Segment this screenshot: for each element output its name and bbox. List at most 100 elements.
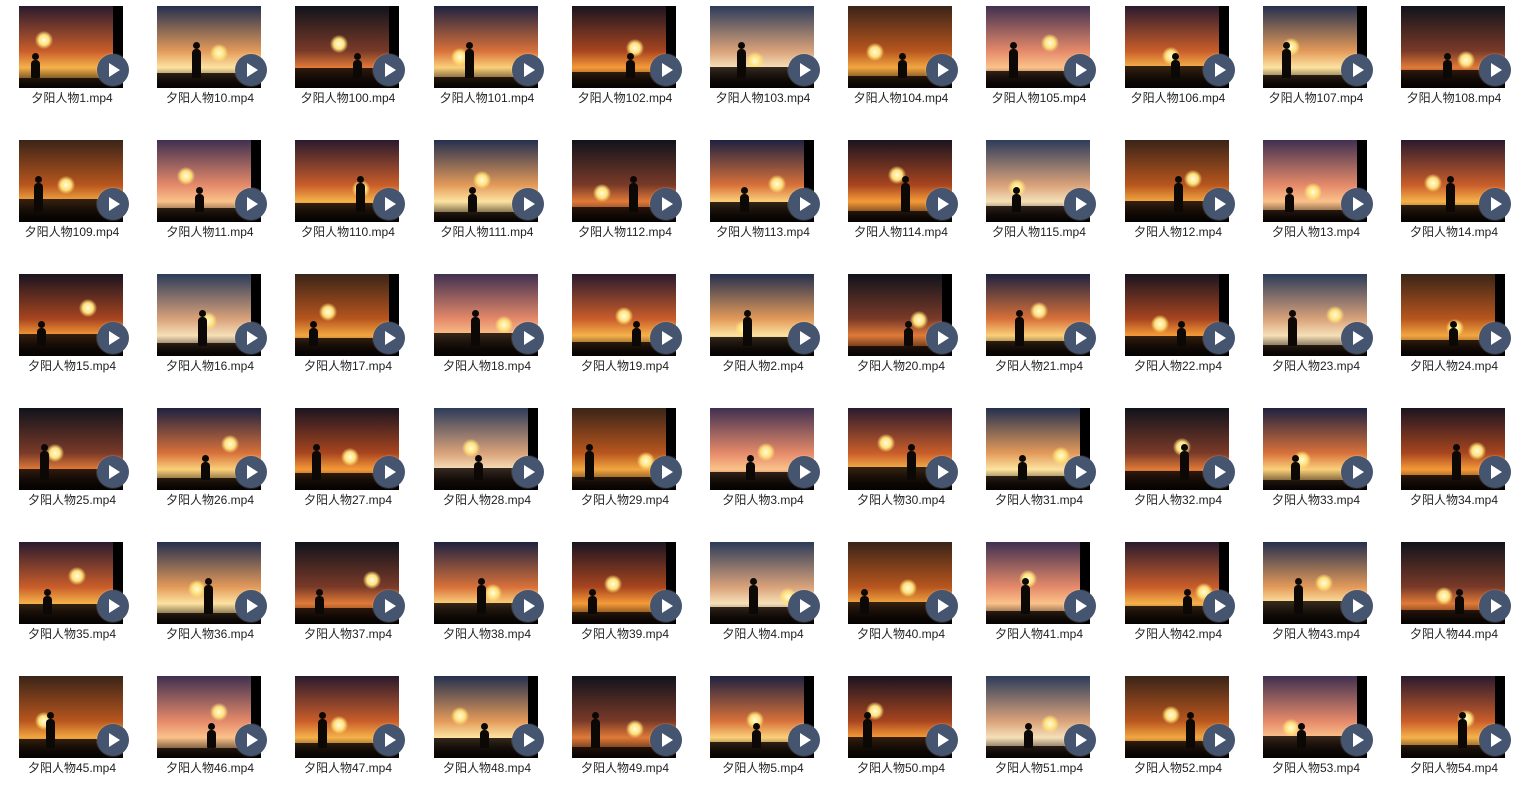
play-icon[interactable] — [1341, 54, 1373, 86]
play-icon[interactable] — [1341, 590, 1373, 622]
play-icon[interactable] — [373, 54, 405, 86]
play-icon[interactable] — [235, 322, 267, 354]
video-file-item[interactable]: 夕阳人物19.mp4 — [561, 268, 689, 396]
video-file-item[interactable]: 夕阳人物2.mp4 — [699, 268, 827, 396]
play-icon[interactable] — [788, 590, 820, 622]
video-file-item[interactable]: 夕阳人物1.mp4 — [8, 0, 136, 128]
play-icon[interactable] — [650, 322, 682, 354]
play-icon[interactable] — [1479, 590, 1511, 622]
play-icon[interactable] — [373, 322, 405, 354]
play-icon[interactable] — [1479, 456, 1511, 488]
video-file-item[interactable]: 夕阳人物30.mp4 — [837, 402, 965, 530]
play-icon[interactable] — [97, 188, 129, 220]
video-file-item[interactable]: 夕阳人物41.mp4 — [975, 536, 1103, 664]
video-file-item[interactable]: 夕阳人物112.mp4 — [561, 134, 689, 262]
video-file-item[interactable]: 夕阳人物39.mp4 — [561, 536, 689, 664]
video-file-item[interactable]: 夕阳人物32.mp4 — [1114, 402, 1242, 530]
video-file-item[interactable]: 夕阳人物102.mp4 — [561, 0, 689, 128]
play-icon[interactable] — [788, 724, 820, 756]
video-file-item[interactable]: 夕阳人物22.mp4 — [1114, 268, 1242, 396]
play-icon[interactable] — [1203, 590, 1235, 622]
play-icon[interactable] — [512, 188, 544, 220]
video-file-item[interactable]: 夕阳人物101.mp4 — [423, 0, 551, 128]
video-file-item[interactable]: 夕阳人物100.mp4 — [284, 0, 412, 128]
play-icon[interactable] — [235, 590, 267, 622]
video-file-item[interactable]: 夕阳人物38.mp4 — [423, 536, 551, 664]
video-file-item[interactable]: 夕阳人物110.mp4 — [284, 134, 412, 262]
video-file-item[interactable]: 夕阳人物104.mp4 — [837, 0, 965, 128]
play-icon[interactable] — [1064, 590, 1096, 622]
play-icon[interactable] — [1341, 322, 1373, 354]
play-icon[interactable] — [97, 54, 129, 86]
video-file-item[interactable]: 夕阳人物27.mp4 — [284, 402, 412, 530]
video-file-item[interactable]: 夕阳人物53.mp4 — [1252, 670, 1380, 798]
video-file-item[interactable]: 夕阳人物12.mp4 — [1114, 134, 1242, 262]
play-icon[interactable] — [1341, 188, 1373, 220]
video-file-item[interactable]: 夕阳人物28.mp4 — [423, 402, 551, 530]
video-file-item[interactable]: 夕阳人物114.mp4 — [837, 134, 965, 262]
video-file-item[interactable]: 夕阳人物18.mp4 — [423, 268, 551, 396]
play-icon[interactable] — [235, 54, 267, 86]
play-icon[interactable] — [788, 456, 820, 488]
video-file-item[interactable]: 夕阳人物14.mp4 — [1390, 134, 1518, 262]
video-file-item[interactable]: 夕阳人物25.mp4 — [8, 402, 136, 530]
video-file-item[interactable]: 夕阳人物44.mp4 — [1390, 536, 1518, 664]
video-file-item[interactable]: 夕阳人物15.mp4 — [8, 268, 136, 396]
video-file-item[interactable]: 夕阳人物46.mp4 — [146, 670, 274, 798]
play-icon[interactable] — [788, 322, 820, 354]
video-file-item[interactable]: 夕阳人物42.mp4 — [1114, 536, 1242, 664]
video-file-item[interactable]: 夕阳人物51.mp4 — [975, 670, 1103, 798]
video-file-item[interactable]: 夕阳人物107.mp4 — [1252, 0, 1380, 128]
video-file-item[interactable]: 夕阳人物11.mp4 — [146, 134, 274, 262]
video-file-item[interactable]: 夕阳人物24.mp4 — [1390, 268, 1518, 396]
video-file-item[interactable]: 夕阳人物103.mp4 — [699, 0, 827, 128]
play-icon[interactable] — [926, 188, 958, 220]
play-icon[interactable] — [97, 322, 129, 354]
play-icon[interactable] — [512, 590, 544, 622]
play-icon[interactable] — [926, 54, 958, 86]
play-icon[interactable] — [373, 188, 405, 220]
video-file-item[interactable]: 夕阳人物4.mp4 — [699, 536, 827, 664]
video-file-item[interactable]: 夕阳人物33.mp4 — [1252, 402, 1380, 530]
play-icon[interactable] — [373, 724, 405, 756]
play-icon[interactable] — [512, 724, 544, 756]
video-file-item[interactable]: 夕阳人物43.mp4 — [1252, 536, 1380, 664]
play-icon[interactable] — [788, 188, 820, 220]
play-icon[interactable] — [650, 456, 682, 488]
play-icon[interactable] — [97, 456, 129, 488]
video-file-item[interactable]: 夕阳人物49.mp4 — [561, 670, 689, 798]
video-file-item[interactable]: 夕阳人物34.mp4 — [1390, 402, 1518, 530]
play-icon[interactable] — [512, 456, 544, 488]
video-file-item[interactable]: 夕阳人物111.mp4 — [423, 134, 551, 262]
play-icon[interactable] — [1479, 724, 1511, 756]
play-icon[interactable] — [1341, 456, 1373, 488]
play-icon[interactable] — [1203, 322, 1235, 354]
video-file-item[interactable]: 夕阳人物3.mp4 — [699, 402, 827, 530]
play-icon[interactable] — [788, 54, 820, 86]
play-icon[interactable] — [1064, 188, 1096, 220]
play-icon[interactable] — [926, 724, 958, 756]
video-file-item[interactable]: 夕阳人物23.mp4 — [1252, 268, 1380, 396]
play-icon[interactable] — [1064, 724, 1096, 756]
play-icon[interactable] — [1479, 54, 1511, 86]
video-file-item[interactable]: 夕阳人物45.mp4 — [8, 670, 136, 798]
video-file-item[interactable]: 夕阳人物109.mp4 — [8, 134, 136, 262]
play-icon[interactable] — [1341, 724, 1373, 756]
video-file-item[interactable]: 夕阳人物106.mp4 — [1114, 0, 1242, 128]
play-icon[interactable] — [1203, 188, 1235, 220]
video-file-item[interactable]: 夕阳人物47.mp4 — [284, 670, 412, 798]
play-icon[interactable] — [650, 724, 682, 756]
play-icon[interactable] — [1203, 456, 1235, 488]
play-icon[interactable] — [1203, 54, 1235, 86]
play-icon[interactable] — [1064, 456, 1096, 488]
video-file-item[interactable]: 夕阳人物21.mp4 — [975, 268, 1103, 396]
play-icon[interactable] — [650, 54, 682, 86]
play-icon[interactable] — [926, 456, 958, 488]
play-icon[interactable] — [1479, 188, 1511, 220]
play-icon[interactable] — [650, 188, 682, 220]
video-file-item[interactable]: 夕阳人物113.mp4 — [699, 134, 827, 262]
play-icon[interactable] — [650, 590, 682, 622]
video-file-item[interactable]: 夕阳人物5.mp4 — [699, 670, 827, 798]
play-icon[interactable] — [373, 456, 405, 488]
video-file-item[interactable]: 夕阳人物115.mp4 — [975, 134, 1103, 262]
